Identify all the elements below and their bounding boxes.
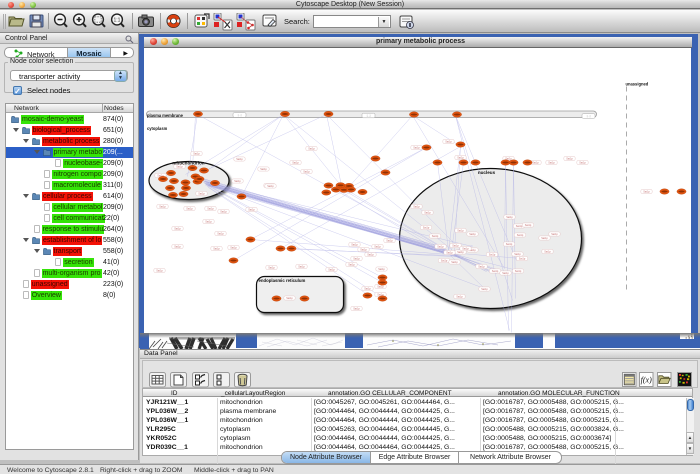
svg-text:Sat1p: Sat1p bbox=[502, 272, 509, 275]
svg-text:Sat1p: Sat1p bbox=[551, 233, 558, 236]
svg-text:Sat1p: Sat1p bbox=[566, 157, 573, 160]
svg-text:Sat1p: Sat1p bbox=[492, 270, 499, 273]
svg-text:Sat1p: Sat1p bbox=[506, 243, 513, 246]
svg-text:Sat1p: Sat1p bbox=[441, 259, 448, 262]
svg-text:Sat1p: Sat1p bbox=[220, 210, 227, 213]
svg-text:Sat1p: Sat1p bbox=[478, 265, 485, 268]
svg-text:Sat1p: Sat1p bbox=[515, 270, 522, 273]
svg-text:Sat1p: Sat1p bbox=[506, 216, 513, 219]
svg-text:Sat1p: Sat1p bbox=[292, 161, 299, 164]
svg-text:Sat1p: Sat1p bbox=[457, 156, 464, 159]
svg-text:Sat1p: Sat1p bbox=[432, 235, 439, 238]
svg-text:Sat1p: Sat1p bbox=[176, 165, 183, 168]
svg-text:Sat1p: Sat1p bbox=[516, 225, 523, 228]
svg-text:Sat1p: Sat1p bbox=[236, 158, 243, 161]
svg-text:mitochondrion: mitochondrion bbox=[172, 160, 204, 165]
svg-text:endoplasmic reticulum: endoplasmic reticulum bbox=[259, 278, 306, 283]
svg-text:Sat1p: Sat1p bbox=[205, 220, 212, 223]
svg-text:Sat1p: Sat1p bbox=[423, 226, 430, 229]
svg-text:Sat1p: Sat1p bbox=[413, 205, 420, 208]
svg-text:Sat1p: Sat1p bbox=[548, 161, 555, 164]
svg-text:Sat1p: Sat1p bbox=[353, 307, 360, 310]
svg-text:Sat1p: Sat1p bbox=[268, 266, 275, 269]
svg-text:Sat1p: Sat1p bbox=[525, 224, 532, 227]
svg-text:Sat1p: Sat1p bbox=[462, 247, 469, 250]
svg-text:Sat1p: Sat1p bbox=[364, 287, 371, 290]
svg-text:Sat1p: Sat1p bbox=[174, 227, 181, 230]
svg-text:Sat1p: Sat1p bbox=[308, 147, 315, 150]
svg-text:cytoplasm: cytoplasm bbox=[147, 125, 168, 130]
svg-text:Sat1p: Sat1p bbox=[298, 265, 305, 268]
svg-text:Sat1p: Sat1p bbox=[360, 248, 367, 251]
svg-text:Sat1p: Sat1p bbox=[469, 233, 476, 236]
svg-text:Sat1p: Sat1p bbox=[156, 269, 163, 272]
svg-text:Sat1p: Sat1p bbox=[451, 261, 458, 264]
svg-text:Sat1p: Sat1p bbox=[579, 161, 586, 164]
svg-text:Sat1p: Sat1p bbox=[386, 239, 393, 242]
svg-text:Sat1p: Sat1p bbox=[437, 245, 444, 248]
svg-text:Sat1p: Sat1p bbox=[519, 257, 526, 260]
svg-text:Sat1p: Sat1p bbox=[174, 245, 181, 248]
svg-text:Sat1p: Sat1p bbox=[207, 207, 214, 210]
svg-text:Sat1p: Sat1p bbox=[267, 185, 274, 188]
svg-text:Sat1p: Sat1p bbox=[532, 161, 539, 164]
svg-text:plasma membrane: plasma membrane bbox=[147, 112, 184, 117]
svg-text:Sat1p: Sat1p bbox=[217, 232, 224, 235]
svg-text:Sat1p: Sat1p bbox=[643, 190, 650, 193]
svg-text:1:1: 1:1 bbox=[114, 18, 121, 24]
svg-text:[...]: [...] bbox=[367, 113, 371, 117]
svg-text:Sat1p: Sat1p bbox=[413, 146, 420, 149]
svg-text:Sat1p: Sat1p bbox=[374, 245, 381, 248]
svg-text:Sat1p: Sat1p bbox=[424, 211, 431, 214]
svg-text:Sat1p: Sat1p bbox=[353, 257, 360, 260]
svg-text:Sat1p: Sat1p bbox=[378, 268, 385, 271]
svg-text:Sat1p: Sat1p bbox=[260, 168, 267, 171]
svg-text:Sat1p: Sat1p bbox=[198, 192, 205, 195]
svg-text:Sat1p: Sat1p bbox=[159, 205, 166, 208]
svg-text:Sat1p: Sat1p bbox=[446, 251, 453, 254]
svg-text:Sat1p: Sat1p bbox=[303, 170, 310, 173]
svg-text:Sat1p: Sat1p bbox=[367, 253, 374, 256]
svg-text:nucleus: nucleus bbox=[478, 170, 496, 175]
svg-text:Sat1p: Sat1p bbox=[544, 250, 551, 253]
svg-text:Sat1p: Sat1p bbox=[186, 207, 193, 210]
svg-text:Sat1p: Sat1p bbox=[457, 251, 464, 254]
svg-text:[...]: [...] bbox=[587, 114, 591, 118]
svg-text:Sat1p: Sat1p bbox=[348, 263, 355, 266]
svg-text:Sat1p: Sat1p bbox=[514, 253, 521, 256]
svg-text:Sat1p: Sat1p bbox=[489, 253, 496, 256]
svg-text:Sat1p: Sat1p bbox=[517, 234, 524, 237]
svg-text:Sat1p: Sat1p bbox=[456, 295, 463, 298]
svg-text:Sat1p: Sat1p bbox=[234, 180, 241, 183]
svg-text:Sat1p: Sat1p bbox=[377, 285, 384, 288]
svg-text:Sat1p: Sat1p bbox=[248, 208, 255, 211]
svg-text:Sat1p: Sat1p bbox=[213, 247, 220, 250]
svg-text:[...]: [...] bbox=[238, 113, 242, 117]
svg-text:Sat1p: Sat1p bbox=[351, 243, 358, 246]
svg-text:Sat1p: Sat1p bbox=[452, 244, 459, 247]
svg-text:Sat1p: Sat1p bbox=[328, 268, 335, 271]
svg-text:Sat1p: Sat1p bbox=[457, 229, 464, 232]
svg-text:Sat1p: Sat1p bbox=[286, 297, 293, 300]
svg-text:Sat1p: Sat1p bbox=[193, 152, 200, 155]
svg-text:Sat1p: Sat1p bbox=[541, 237, 548, 240]
svg-text:Sat1p: Sat1p bbox=[481, 288, 488, 291]
svg-text:Sat1p: Sat1p bbox=[445, 140, 452, 143]
svg-text:Sat1p: Sat1p bbox=[230, 246, 237, 249]
svg-text:unassigned: unassigned bbox=[626, 81, 649, 86]
svg-text:f(x): f(x) bbox=[641, 376, 652, 385]
